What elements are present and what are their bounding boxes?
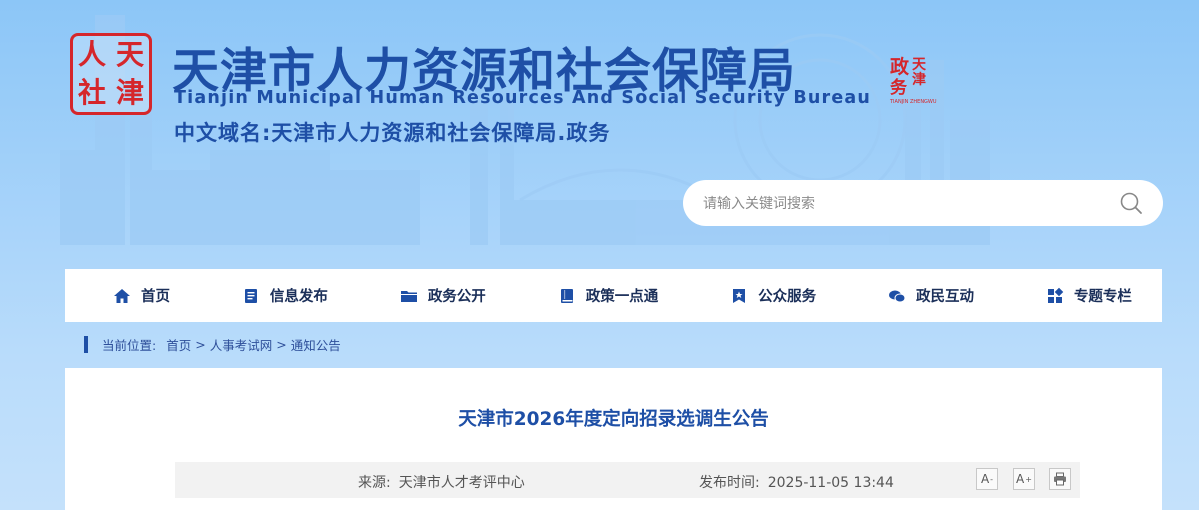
- nav-item-label: 公众服务: [758, 289, 817, 305]
- seal-char: 津: [115, 76, 144, 109]
- breadcrumb-label: 当前位置:: [102, 337, 157, 353]
- nav-item-label: 信息发布: [269, 289, 328, 305]
- font-smaller-glyph: A: [980, 472, 990, 486]
- nav-item-public-service[interactable]: 公众服务: [730, 285, 816, 306]
- seal-char: 社: [77, 76, 106, 109]
- font-larger-sign: +: [1025, 474, 1032, 484]
- government-service-logo: 政 天 津 务 TIANJIN ZHENGWU: [890, 56, 937, 105]
- breadcrumb-exam-link[interactable]: 人事考试网: [210, 335, 273, 354]
- breadcrumb-separator: >: [195, 336, 206, 352]
- logo-char: 天: [912, 57, 926, 73]
- nav-item-special-topics[interactable]: 专题专栏: [1046, 285, 1132, 306]
- font-smaller-sign: -: [990, 474, 994, 484]
- home-icon: [114, 288, 130, 303]
- font-larger-button[interactable]: A +: [1013, 468, 1035, 490]
- nav-item-label: 首页: [141, 289, 170, 305]
- nav-item-interaction[interactable]: 政民互动: [888, 285, 974, 306]
- breadcrumb-home-link[interactable]: 首页: [166, 335, 191, 354]
- breadcrumb-notice-link[interactable]: 通知公告: [291, 335, 341, 354]
- chat-icon: [889, 290, 906, 302]
- chinese-domain-name: 中文域名:天津市人力资源和社会保障局.政务: [174, 121, 611, 145]
- nav-item-home[interactable]: 首页: [113, 285, 170, 306]
- folder-icon: [400, 290, 417, 302]
- breadcrumb: 当前位置: 首页 > 人事考试网 > 通知公告: [84, 335, 341, 353]
- nav-item-government-affairs[interactable]: 政务公开: [400, 285, 486, 306]
- bureau-seal-logo: 人 天 社 津: [70, 33, 152, 115]
- nav-item-label: 政民互动: [916, 289, 975, 305]
- printer-icon: [1054, 472, 1066, 486]
- nav-item-label: 专题专栏: [1073, 289, 1132, 305]
- source-value: 天津市人才考评中心: [398, 475, 525, 491]
- search-input[interactable]: [701, 190, 1105, 218]
- logo-char: 政: [890, 56, 910, 78]
- font-larger-glyph: A: [1016, 472, 1025, 486]
- time-value: 2025-11-05 13:44: [767, 475, 894, 491]
- nav-item-label: 政策一点通: [585, 289, 659, 305]
- bookmark-star-icon: [733, 288, 746, 303]
- print-button[interactable]: [1049, 468, 1071, 490]
- search-icon[interactable]: [1119, 191, 1143, 215]
- article-title: 天津市2026年度定向招录选调生公告: [458, 409, 769, 430]
- logo-char: 津: [912, 72, 926, 88]
- nav-item-label: 政务公开: [427, 289, 486, 305]
- article-source: 来源: 天津市人才考评中心: [358, 472, 525, 492]
- article-meta-bar: 来源: 天津市人才考评中心 发布时间: 2025-11-05 13:44 A- A +: [175, 462, 1080, 498]
- search-box: [683, 180, 1163, 226]
- main-navigation: 首页 信息发布 政务公开 政策一点通 公众服务 政民互动 专题专栏: [65, 269, 1162, 322]
- document-icon: [244, 288, 257, 303]
- nav-item-policy[interactable]: 政策一点通: [558, 285, 659, 306]
- breadcrumb-marker: [84, 335, 88, 353]
- breadcrumb-separator: >: [276, 336, 287, 352]
- font-smaller-button[interactable]: A-: [976, 468, 998, 490]
- site-title-english: Tianjin Municipal Human Resources And So…: [174, 88, 872, 108]
- article-publish-time: 发布时间: 2025-11-05 13:44: [699, 472, 894, 492]
- article-container: 天津市2026年度定向招录选调生公告 来源: 天津市人才考评中心 发布时间: 202…: [65, 368, 1162, 510]
- book-icon: [560, 288, 573, 303]
- source-label: 来源:: [358, 475, 391, 491]
- seal-char: 人: [77, 38, 106, 71]
- logo-caption: TIANJIN ZHENGWU: [890, 99, 937, 105]
- seal-char: 天: [115, 38, 144, 71]
- time-label: 发布时间:: [699, 475, 760, 491]
- grid-icon: [1047, 287, 1064, 303]
- logo-char: 务: [890, 78, 907, 98]
- nav-item-info-release[interactable]: 信息发布: [242, 285, 328, 306]
